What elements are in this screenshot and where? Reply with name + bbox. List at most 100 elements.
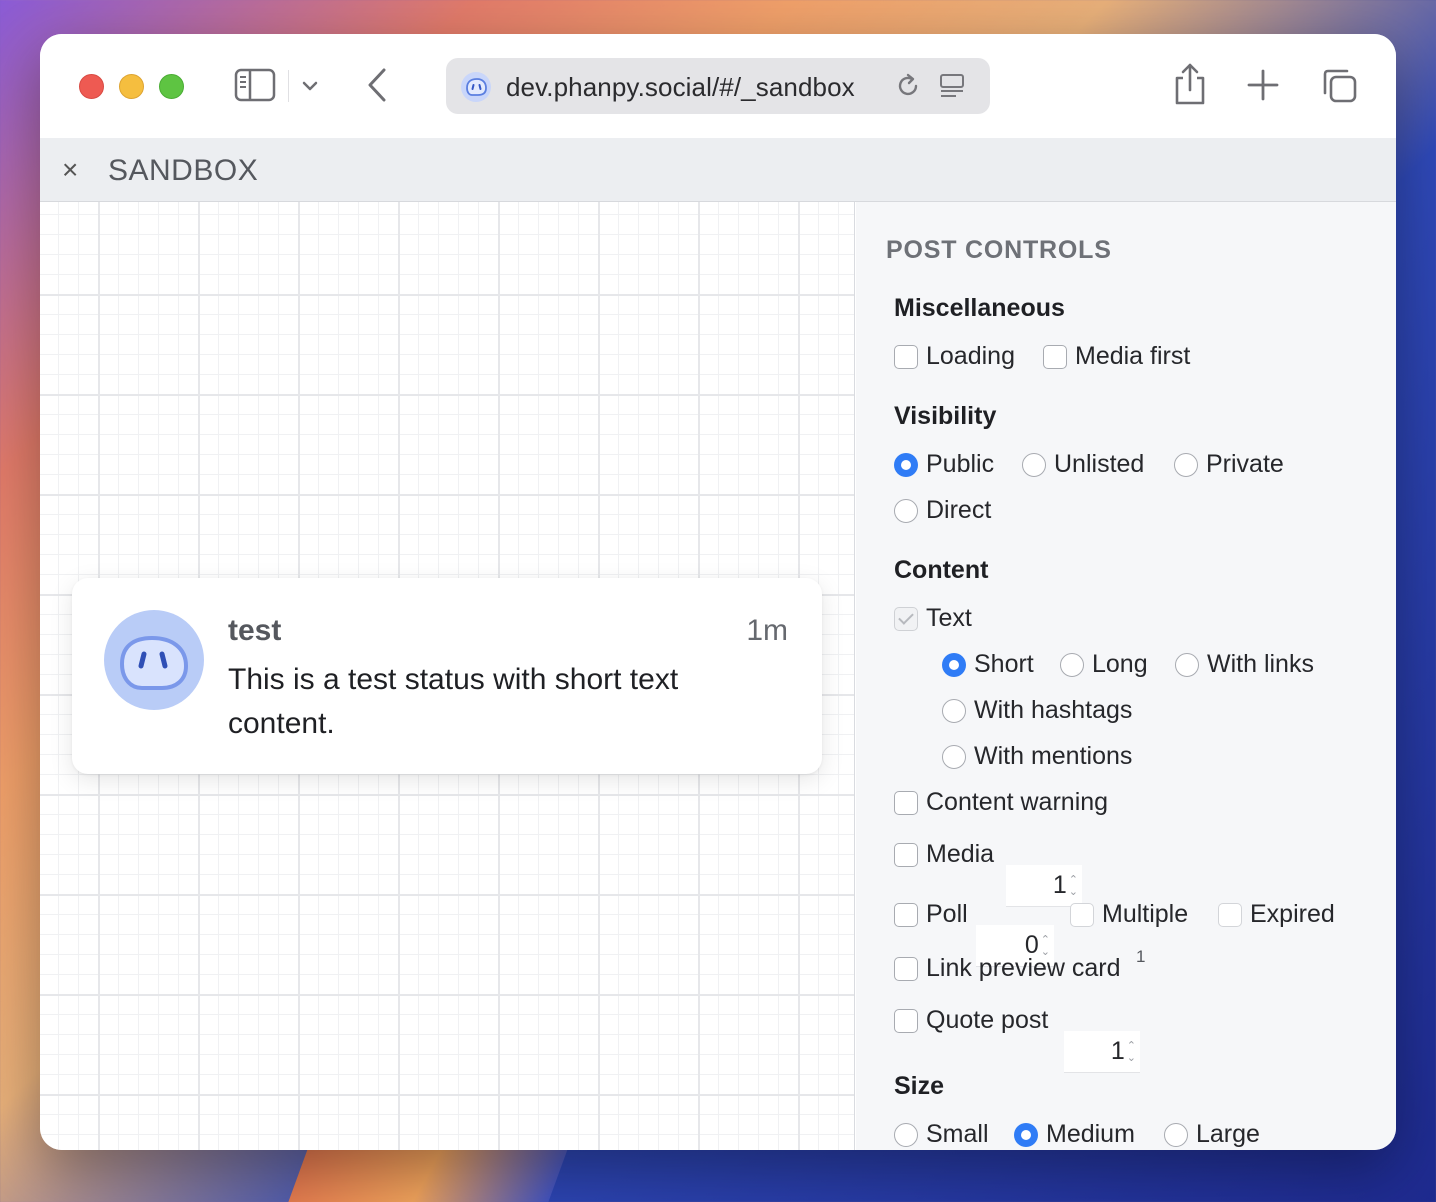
minimize-window-button[interactable] <box>119 74 144 99</box>
with-links-label: With links <box>1207 650 1314 678</box>
section-size: Size <box>894 1072 945 1100</box>
radio[interactable] <box>1022 452 1046 477</box>
radio[interactable] <box>1060 652 1084 677</box>
checkbox[interactable] <box>894 790 918 815</box>
checkbox[interactable] <box>1043 344 1067 369</box>
reload-icon[interactable] <box>894 72 922 100</box>
small-label: Small <box>926 1120 989 1148</box>
poll-checkbox[interactable]: Poll <box>894 900 968 929</box>
preview-canvas: test 1m This is a test status with short… <box>40 202 855 1150</box>
radio[interactable] <box>942 744 966 769</box>
text-with-mentions-radio[interactable]: With mentions <box>942 742 1132 771</box>
with-mentions-label: With mentions <box>974 742 1133 770</box>
status-content: This is a test status with short text co… <box>228 663 679 740</box>
radio-selected[interactable] <box>942 652 966 677</box>
visibility-unlisted-radio[interactable]: Unlisted <box>1022 450 1144 479</box>
with-hashtags-label: With hashtags <box>974 696 1133 724</box>
radio[interactable] <box>1175 652 1199 677</box>
page-title: SANDBOX <box>108 154 259 187</box>
link-preview-checkbox[interactable]: Link preview card <box>894 954 1121 983</box>
poll-multiple-checkbox[interactable]: Multiple <box>1070 900 1188 929</box>
checkbox[interactable] <box>1218 902 1242 927</box>
text-checkbox[interactable]: Text <box>894 604 972 633</box>
close-window-button[interactable] <box>79 74 104 99</box>
media-checkbox[interactable]: Media <box>894 840 994 869</box>
link-preview-count: 1 <box>1136 947 1146 966</box>
radio-selected[interactable] <box>894 452 918 477</box>
radio-selected[interactable] <box>1014 1122 1038 1147</box>
back-arrow-icon[interactable] <box>362 66 392 104</box>
section-miscellaneous: Miscellaneous <box>894 294 1065 322</box>
loading-checkbox[interactable]: Loading <box>894 342 1015 371</box>
text-with-links-radio[interactable]: With links <box>1175 650 1314 679</box>
chevron-down-icon[interactable] <box>298 76 322 96</box>
unlisted-label: Unlisted <box>1054 450 1145 478</box>
stepper-arrows-icon[interactable]: ⌃ ⌄ <box>1127 1040 1136 1064</box>
new-tab-icon[interactable] <box>1246 68 1280 102</box>
visibility-private-radio[interactable]: Private <box>1174 450 1284 479</box>
loading-label: Loading <box>926 342 1015 370</box>
sidebar-icon[interactable] <box>234 68 276 102</box>
long-label: Long <box>1092 650 1148 678</box>
checkbox[interactable] <box>894 902 918 927</box>
media-label: Media <box>926 840 995 868</box>
multiple-label: Multiple <box>1102 900 1189 928</box>
media-count-value[interactable]: 1 <box>1053 871 1067 900</box>
checkbox-checked-disabled[interactable] <box>894 606 918 631</box>
visibility-public-radio[interactable]: Public <box>894 450 994 479</box>
avatar[interactable] <box>104 610 204 710</box>
radio[interactable] <box>942 698 966 723</box>
section-visibility: Visibility <box>894 402 997 430</box>
content-warning-checkbox[interactable]: Content warning <box>894 788 1108 817</box>
checkbox[interactable] <box>894 1008 918 1033</box>
share-icon[interactable] <box>1172 62 1208 106</box>
status-timestamp[interactable]: 1m <box>746 614 788 648</box>
media-first-label: Media first <box>1075 342 1191 370</box>
browser-toolbar: dev.phanpy.social/#/_sandbox <box>40 34 1396 138</box>
private-label: Private <box>1206 450 1284 478</box>
quote-count-value[interactable]: 1 <box>1111 1037 1125 1066</box>
reader-mode-icon[interactable] <box>938 72 966 100</box>
close-sandbox-button[interactable]: × <box>62 156 78 184</box>
poll-expired-checkbox[interactable]: Expired <box>1218 900 1335 929</box>
panel-title: POST CONTROLS <box>886 236 1112 264</box>
size-large-radio[interactable]: Large <box>1164 1120 1260 1149</box>
radio[interactable] <box>1174 452 1198 477</box>
public-label: Public <box>926 450 995 478</box>
size-medium-radio[interactable]: Medium <box>1014 1120 1135 1149</box>
radio[interactable] <box>894 1122 918 1147</box>
size-small-radio[interactable]: Small <box>894 1120 989 1149</box>
toolbar-divider <box>288 70 289 102</box>
zoom-window-button[interactable] <box>159 74 184 99</box>
radio[interactable] <box>894 498 918 523</box>
visibility-direct-radio[interactable]: Direct <box>894 496 991 525</box>
section-content: Content <box>894 556 989 584</box>
checkbox[interactable] <box>1070 902 1094 927</box>
expired-label: Expired <box>1250 900 1335 928</box>
quote-count-stepper[interactable]: 1 ⌃ ⌄ <box>1064 1031 1140 1073</box>
direct-label: Direct <box>926 496 992 524</box>
text-with-hashtags-radio[interactable]: With hashtags <box>942 696 1132 725</box>
tab-overview-icon[interactable] <box>1320 66 1358 104</box>
quote-post-label: Quote post <box>926 1006 1049 1034</box>
quote-post-checkbox[interactable]: Quote post <box>894 1006 1048 1035</box>
text-short-radio[interactable]: Short <box>942 650 1034 679</box>
status-card[interactable]: test 1m This is a test status with short… <box>72 578 822 774</box>
url-text[interactable]: dev.phanpy.social/#/_sandbox <box>506 72 855 103</box>
checkbox[interactable] <box>894 956 918 981</box>
media-first-checkbox[interactable]: Media first <box>1043 342 1190 371</box>
large-label: Large <box>1196 1120 1260 1148</box>
browser-window: dev.phanpy.social/#/_sandbox × SANDBOX t… <box>40 34 1396 1150</box>
stepper-arrows-icon[interactable]: ⌃ ⌄ <box>1069 874 1078 898</box>
status-author-name[interactable]: test <box>228 614 281 648</box>
checkbox[interactable] <box>894 344 918 369</box>
sandbox-header: × SANDBOX <box>40 138 1396 202</box>
text-long-radio[interactable]: Long <box>1060 650 1148 679</box>
address-bar[interactable]: dev.phanpy.social/#/_sandbox <box>446 58 990 114</box>
site-favicon-icon <box>461 72 491 102</box>
radio[interactable] <box>1164 1122 1188 1147</box>
poll-label: Poll <box>926 900 968 928</box>
medium-label: Medium <box>1046 1120 1135 1148</box>
checkbox[interactable] <box>894 842 918 867</box>
text-label: Text <box>926 604 972 632</box>
